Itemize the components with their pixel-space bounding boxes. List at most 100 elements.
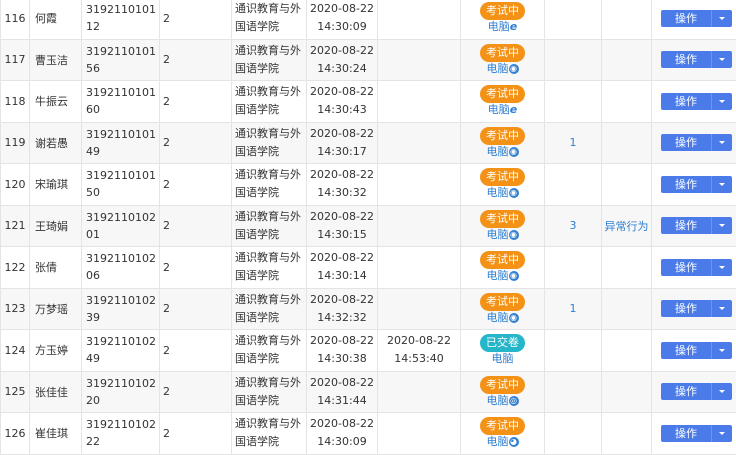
- action-button[interactable]: 操作: [661, 93, 732, 110]
- exam-count: 2: [160, 288, 232, 330]
- action-button-label[interactable]: 操作: [661, 342, 712, 359]
- exam-count: 2: [160, 0, 232, 39]
- device-type: 电脑◉: [461, 186, 544, 200]
- action-button-label[interactable]: 操作: [661, 134, 712, 151]
- table-row: 124 方玉婷 319211010249 2 通识教育与外国语学院 2020-0…: [1, 330, 736, 372]
- device-type: 电脑◎: [461, 394, 544, 408]
- action-button-label[interactable]: 操作: [661, 425, 712, 442]
- action-dropdown-toggle[interactable]: [712, 342, 732, 359]
- status-cell: 考试中 电脑◉: [461, 39, 545, 81]
- submit-time: [378, 371, 461, 413]
- table-row: 122 张倩 319211010206 2 通识教育与外国语学院 2020-08…: [1, 247, 736, 289]
- action-button[interactable]: 操作: [661, 217, 732, 234]
- action-dropdown-toggle[interactable]: [712, 300, 732, 317]
- action-button-label[interactable]: 操作: [661, 176, 712, 193]
- status-badge: 考试中: [480, 44, 525, 62]
- status-badge: 考试中: [480, 210, 525, 228]
- abnormal-flag[interactable]: [602, 288, 652, 330]
- action-button[interactable]: 操作: [661, 134, 732, 151]
- warning-count[interactable]: [545, 247, 602, 289]
- action-dropdown-toggle[interactable]: [712, 134, 732, 151]
- device-type: 电脑◕: [461, 435, 544, 449]
- warning-count[interactable]: [545, 413, 602, 455]
- abnormal-flag[interactable]: 异常行为: [602, 205, 652, 247]
- action-button-label[interactable]: 操作: [661, 217, 712, 234]
- device-type: 电脑e: [461, 103, 544, 117]
- action-cell: 操作: [652, 371, 736, 413]
- action-button[interactable]: 操作: [661, 300, 732, 317]
- college-name: 通识教育与外国语学院: [232, 122, 307, 164]
- submit-time: [378, 247, 461, 289]
- student-name: 王琦娟: [30, 205, 82, 247]
- student-id: 319211010149: [82, 122, 160, 164]
- warning-count[interactable]: 1: [545, 122, 602, 164]
- warning-count[interactable]: 1: [545, 288, 602, 330]
- college-name: 通识教育与外国语学院: [232, 164, 307, 206]
- action-dropdown-toggle[interactable]: [712, 217, 732, 234]
- action-dropdown-toggle[interactable]: [712, 176, 732, 193]
- status-cell: 考试中 电脑◎: [461, 371, 545, 413]
- action-dropdown-toggle[interactable]: [712, 259, 732, 276]
- action-button-label[interactable]: 操作: [661, 383, 712, 400]
- submit-time: [378, 39, 461, 81]
- warning-count[interactable]: [545, 81, 602, 123]
- abnormal-flag[interactable]: [602, 0, 652, 39]
- action-dropdown-toggle[interactable]: [712, 51, 732, 68]
- abnormal-flag[interactable]: [602, 122, 652, 164]
- browser-chrome-icon: ◉: [509, 313, 519, 323]
- action-button[interactable]: 操作: [661, 383, 732, 400]
- student-id: 319211010222: [82, 413, 160, 455]
- start-time: 2020-08-2214:30:09: [307, 413, 378, 455]
- exam-count: 2: [160, 164, 232, 206]
- caret-down-icon: [719, 141, 725, 144]
- caret-down-icon: [719, 349, 725, 352]
- action-button[interactable]: 操作: [661, 342, 732, 359]
- action-button-label[interactable]: 操作: [661, 10, 712, 27]
- warning-count[interactable]: [545, 164, 602, 206]
- action-button[interactable]: 操作: [661, 259, 732, 276]
- action-dropdown-toggle[interactable]: [712, 383, 732, 400]
- abnormal-flag[interactable]: [602, 164, 652, 206]
- action-button[interactable]: 操作: [661, 425, 732, 442]
- college-name: 通识教育与外国语学院: [232, 371, 307, 413]
- abnormal-flag[interactable]: [602, 413, 652, 455]
- college-name: 通识教育与外国语学院: [232, 288, 307, 330]
- warning-count[interactable]: [545, 0, 602, 39]
- browser-edge-icon: ◕: [509, 437, 519, 447]
- warning-count[interactable]: [545, 371, 602, 413]
- warning-count[interactable]: 3: [545, 205, 602, 247]
- row-index: 121: [1, 205, 30, 247]
- status-badge: 考试中: [480, 127, 525, 145]
- action-button-label[interactable]: 操作: [661, 259, 712, 276]
- table-row: 125 张佳佳 319211010220 2 通识教育与外国语学院 2020-0…: [1, 371, 736, 413]
- abnormal-flag[interactable]: [602, 371, 652, 413]
- action-button[interactable]: 操作: [661, 51, 732, 68]
- action-cell: 操作: [652, 288, 736, 330]
- abnormal-flag[interactable]: [602, 39, 652, 81]
- abnormal-flag[interactable]: [602, 330, 652, 372]
- action-dropdown-toggle[interactable]: [712, 93, 732, 110]
- action-button-label[interactable]: 操作: [661, 93, 712, 110]
- action-dropdown-toggle[interactable]: [712, 10, 732, 27]
- end-date: 2020-08-22: [387, 334, 451, 347]
- warning-count[interactable]: [545, 330, 602, 372]
- student-id: 319211010239: [82, 288, 160, 330]
- caret-down-icon: [719, 100, 725, 103]
- college-name: 通识教育与外国语学院: [232, 39, 307, 81]
- action-button-label[interactable]: 操作: [661, 300, 712, 317]
- submit-time: [378, 0, 461, 39]
- action-button-label[interactable]: 操作: [661, 51, 712, 68]
- action-button[interactable]: 操作: [661, 176, 732, 193]
- action-cell: 操作: [652, 122, 736, 164]
- abnormal-flag[interactable]: [602, 81, 652, 123]
- student-id: 319211010150: [82, 164, 160, 206]
- student-name: 何霞: [30, 0, 82, 39]
- action-dropdown-toggle[interactable]: [712, 425, 732, 442]
- abnormal-flag[interactable]: [602, 247, 652, 289]
- student-name: 方玉婷: [30, 330, 82, 372]
- browser-chrome-icon: ◉: [509, 230, 519, 240]
- submit-time: [378, 81, 461, 123]
- warning-count[interactable]: [545, 39, 602, 81]
- action-button[interactable]: 操作: [661, 10, 732, 27]
- table-row: 121 王琦娟 319211010201 2 通识教育与外国语学院 2020-0…: [1, 205, 736, 247]
